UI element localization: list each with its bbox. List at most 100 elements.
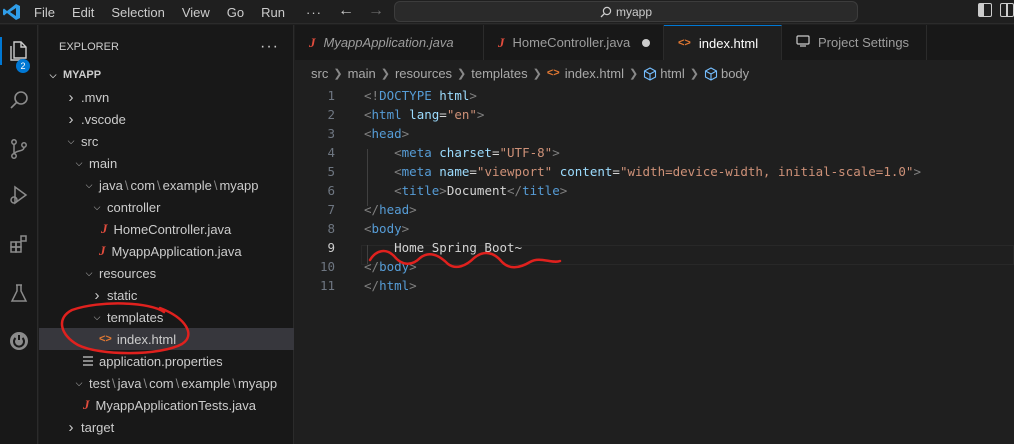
chevron-down-icon: ⌵	[49, 69, 57, 80]
tree-folder[interactable]: › target	[39, 416, 294, 438]
run-debug-icon[interactable]	[0, 175, 38, 215]
chevron-down-icon: ⌵	[67, 135, 75, 146]
breadcrumb-item[interactable]: body	[721, 66, 749, 81]
html-file-icon: <>	[678, 37, 691, 49]
chevron-right-icon: ❯	[333, 67, 343, 80]
tree-folder[interactable]: ⌵ src	[39, 130, 294, 152]
code-line: <title>Document</title>	[394, 183, 568, 198]
chevron-right-icon: ›	[68, 88, 74, 106]
files-icon[interactable]: 2	[0, 31, 38, 73]
forward-arrow-icon[interactable]: →	[368, 2, 384, 20]
breadcrumb-item[interactable]: html	[660, 66, 685, 81]
java-file-icon: J	[83, 397, 90, 412]
breadcrumb-item[interactable]: templates	[471, 66, 527, 81]
menu-item[interactable]: Edit	[72, 5, 94, 20]
properties-file-icon	[83, 356, 93, 366]
tree-label-part: java	[99, 177, 123, 193]
extensions-icon[interactable]	[0, 224, 38, 264]
code-line: <!DOCTYPE html>	[364, 88, 477, 103]
menu-item[interactable]: File	[34, 5, 55, 20]
tree-folder[interactable]: › static	[39, 284, 294, 306]
chevron-right-icon: ❯	[689, 67, 699, 80]
tree-label: HomeController.java	[113, 221, 232, 237]
tree-label-part: com	[149, 375, 174, 391]
element-cube-icon	[643, 65, 660, 81]
tree-root[interactable]: ⌵ MYAPP	[39, 64, 294, 86]
menu-item[interactable]: View	[182, 5, 210, 20]
code-line: <html lang="en">	[364, 107, 485, 122]
tree-label-part: myapp	[238, 375, 278, 391]
nav-arrows: ← →	[338, 2, 384, 20]
java-file-icon: J	[101, 221, 108, 236]
vscode-logo-icon[interactable]	[2, 2, 22, 22]
path-separator: \	[175, 375, 180, 391]
tab-index-html[interactable]: <> index.html	[664, 25, 782, 60]
tree-folder[interactable]: › .vscode	[39, 108, 294, 130]
tree-file[interactable]: application.properties	[39, 350, 294, 372]
menu-item[interactable]: ···	[306, 5, 322, 20]
back-arrow-icon[interactable]: ←	[338, 2, 354, 20]
tree-folder[interactable]: ⌵ java \ com \ example \ myapp	[39, 174, 294, 196]
element-cube-icon	[704, 65, 721, 81]
tree-folder[interactable]: ⌵ main	[39, 152, 294, 174]
path-separator: \	[157, 177, 161, 193]
tree-label: target	[81, 419, 115, 435]
layout-controls	[978, 3, 1014, 17]
code-line: Home Spring Boot~	[394, 240, 523, 255]
html-file-icon: <>	[546, 67, 560, 79]
tree-file[interactable]: J HomeController.java	[39, 218, 294, 240]
breadcrumb-item[interactable]: resources	[395, 66, 452, 81]
java-file-icon: J	[498, 34, 505, 50]
tree-label: controller	[107, 199, 161, 215]
tree-folder[interactable]: ⌵ resources	[39, 262, 294, 284]
search-text: myapp	[615, 4, 653, 19]
explorer-title: EXPLORER	[59, 41, 119, 53]
testing-icon[interactable]	[0, 273, 38, 313]
unsaved-dot-icon[interactable]	[642, 38, 651, 47]
breadcrumb-item[interactable]: src	[311, 66, 328, 81]
tree-label-part: example	[181, 375, 231, 391]
tab-label: index.html	[698, 35, 759, 51]
code-line: </body>	[364, 259, 417, 274]
editor-tabs: J MyappApplication.java J HomeController.ja…	[295, 25, 1014, 60]
toggle-panel-icon[interactable]	[1000, 3, 1014, 17]
java-file-icon: J	[99, 243, 106, 258]
tree-folder[interactable]: › .mvn	[39, 86, 294, 108]
breadcrumb-item[interactable]: main	[348, 66, 376, 81]
spring-boot-icon[interactable]	[0, 321, 38, 361]
tab-myappapplication-java[interactable]: J MyappApplication.java	[295, 25, 484, 60]
chevron-down-icon: ⌵	[85, 267, 93, 278]
command-center-search[interactable]: myapp	[394, 1, 858, 22]
tree-label-part: com	[130, 177, 156, 193]
tree-label-part: java	[117, 375, 142, 391]
tab-label: Project Settings	[818, 35, 910, 50]
explorer-header: EXPLORER ···	[39, 25, 293, 69]
chevron-right-icon: ❯	[457, 67, 467, 80]
tree-label: MyappApplication.java	[111, 243, 242, 259]
tree-label-part: test	[89, 375, 110, 391]
breadcrumb-item[interactable]: index.html	[565, 66, 624, 81]
menu-item[interactable]: Selection	[111, 5, 164, 20]
tab-homecontroller-java[interactable]: J HomeController.java	[484, 25, 664, 60]
tree-label: MYAPP	[63, 69, 102, 81]
toggle-sidebar-icon[interactable]	[978, 3, 992, 17]
tab-label: MyappApplication.java	[323, 35, 454, 50]
explorer-more-button[interactable]: ···	[260, 38, 279, 56]
tab-project-settings[interactable]: Project Settings	[782, 25, 927, 60]
tree-label: resources	[99, 265, 157, 281]
search-icon[interactable]	[0, 80, 38, 120]
source-control-icon[interactable]	[0, 129, 38, 169]
tree-file[interactable]: J MyappApplication.java	[39, 240, 294, 262]
code-editor[interactable]: 1 2 3 4 5 6 7 8 9 10 11 <!DOCTYPE html> <html lang…	[295, 84, 1014, 444]
tree-folder[interactable]: ⌵ controller	[39, 196, 294, 218]
explorer-badge: 2	[16, 59, 30, 73]
tree-file[interactable]: J MyappApplicationTests.java	[39, 394, 294, 416]
tree-folder[interactable]: ⌵ test \ java \ com \ example \ myapp	[39, 372, 294, 394]
menu-item[interactable]: Go	[227, 5, 244, 20]
chevron-down-icon: ⌵	[93, 201, 101, 212]
tree-file[interactable]: <> index.html	[39, 328, 294, 350]
path-separator: \	[213, 177, 218, 193]
menu-item[interactable]: Run	[261, 5, 285, 20]
tree-folder[interactable]: ⌵ templates	[39, 306, 294, 328]
tree-label: .mvn	[81, 89, 110, 105]
